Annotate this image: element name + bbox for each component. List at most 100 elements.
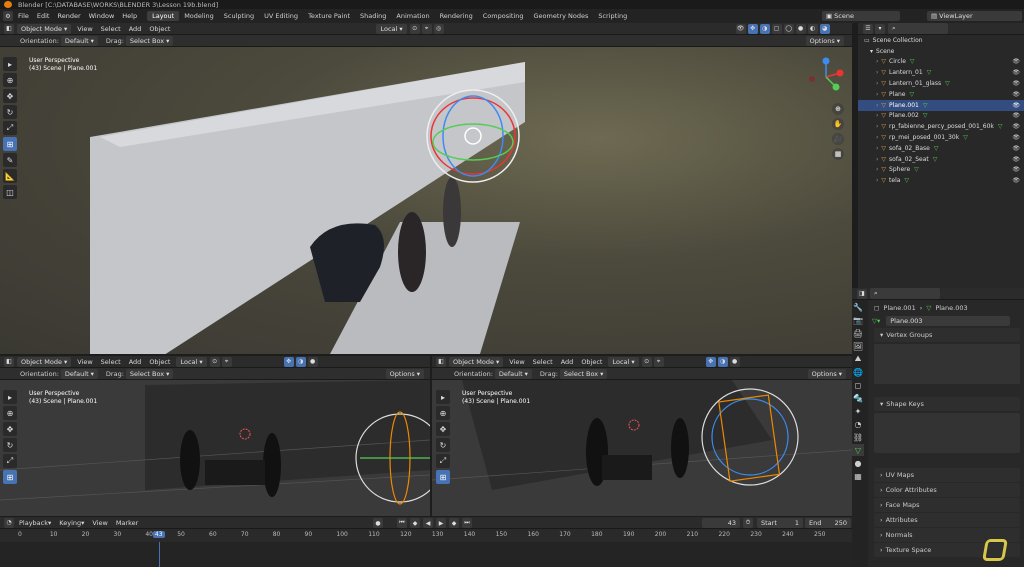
br-move-tool-icon[interactable]: ✥: [436, 422, 450, 436]
outliner-editor-icon[interactable]: ☰: [863, 23, 873, 34]
br-mode-dropdown[interactable]: Object Mode ▾: [449, 356, 504, 367]
bl-drag-dropdown[interactable]: Select Box ▾: [125, 368, 174, 379]
gizmo-toggle-icon[interactable]: ✥: [747, 23, 758, 34]
view-layer-selector[interactable]: ▤ ViewLayer: [927, 11, 1022, 21]
visibility-eye-icon[interactable]: 👁: [1012, 58, 1020, 65]
timeline-marker-menu[interactable]: Marker: [112, 519, 142, 527]
options-dropdown[interactable]: Options ▾: [805, 35, 844, 46]
timeline-playhead[interactable]: [158, 542, 160, 567]
measure-tool-icon[interactable]: 📐: [3, 169, 17, 183]
visibility-eye-icon[interactable]: 👁: [1012, 134, 1020, 141]
scale-tool-icon[interactable]: ⤢: [3, 121, 17, 135]
orientation-dropdown[interactable]: Default ▾: [60, 35, 98, 46]
select-tool-icon[interactable]: ▸: [3, 57, 17, 71]
br-overlay-icon[interactable]: ◑: [717, 356, 728, 367]
bl-pivot-icon[interactable]: ⊙: [209, 356, 220, 367]
overlay-toggle-icon[interactable]: ◑: [759, 23, 770, 34]
scene-collection-row[interactable]: ▭ Scene Collection: [858, 35, 1024, 46]
move-tool-icon[interactable]: ✥: [3, 89, 17, 103]
tab-geometry-nodes[interactable]: Geometry Nodes: [529, 11, 594, 21]
br-snap-icon[interactable]: ⌖: [653, 356, 664, 367]
expand-arrow-icon[interactable]: ›: [876, 112, 878, 119]
properties-search[interactable]: ⌕: [870, 288, 940, 299]
br-pivot-icon[interactable]: ⊙: [641, 356, 652, 367]
prev-key-icon[interactable]: ◆: [410, 518, 420, 528]
bl-options-dropdown[interactable]: Options ▾: [385, 368, 424, 379]
timeline-editor-icon[interactable]: ◔: [4, 517, 14, 528]
scene-selector[interactable]: ▣ Scene: [822, 11, 900, 21]
outliner-item[interactable]: › ▽ Lantern_01_glass ▽ 👁: [858, 78, 1024, 89]
tab-compositing[interactable]: Compositing: [478, 11, 529, 21]
bottom-right-viewport[interactable]: ◧ Object Mode ▾ View Select Add Object Lo…: [432, 356, 852, 516]
rotate-tool-icon[interactable]: ↻: [3, 105, 17, 119]
transform-tool-icon[interactable]: ⊞: [3, 137, 17, 151]
outliner-item[interactable]: › ▽ Circle ▽ 👁: [858, 57, 1024, 68]
outliner-item[interactable]: › ▽ tela ▽ 👁: [858, 175, 1024, 186]
visibility-eye-icon[interactable]: 👁: [1012, 91, 1020, 98]
outliner-filter-icon[interactable]: ▾: [875, 23, 885, 34]
expand-arrow-icon[interactable]: ›: [876, 177, 878, 184]
outliner-item[interactable]: › ▽ Plane.002 ▽ 👁: [858, 111, 1024, 122]
shape-keys-section[interactable]: ▾ Shape Keys: [874, 397, 1020, 411]
bl-shading-solid-icon[interactable]: ●: [307, 356, 318, 367]
visibility-eye-icon[interactable]: 👁: [1012, 166, 1020, 173]
expand-arrow-icon[interactable]: ›: [876, 91, 878, 98]
shape-keys-list[interactable]: [874, 413, 1020, 453]
mode-dropdown[interactable]: Object Mode ▾: [17, 23, 72, 34]
menu-edit[interactable]: Edit: [33, 12, 54, 20]
annotate-tool-icon[interactable]: ✎: [3, 153, 17, 167]
br-menu-add[interactable]: Add: [557, 358, 578, 366]
vertex-groups-list[interactable]: [874, 344, 1020, 384]
timeline-view-menu[interactable]: View: [88, 519, 111, 527]
bl-transform-tool-icon[interactable]: ⊞: [3, 470, 17, 484]
tab-sculpting[interactable]: Sculpting: [219, 11, 259, 21]
bl-menu-object[interactable]: Object: [145, 358, 174, 366]
timeline-ruler[interactable]: 0 10 20 30 40 43 50 60 70 80 90 100 110 120 130 140 150 1…: [0, 531, 852, 541]
br-editor-type-icon[interactable]: ◧: [436, 356, 446, 367]
color-attributes-section[interactable]: › Color Attributes: [874, 483, 1020, 497]
pivot-icon[interactable]: ⊙: [409, 23, 420, 34]
expand-arrow-icon[interactable]: ›: [876, 145, 878, 152]
br-gizmo-icon[interactable]: ✥: [705, 356, 716, 367]
expand-arrow-icon[interactable]: ›: [876, 166, 878, 173]
outliner-search[interactable]: ⌕: [888, 23, 948, 34]
bl-menu-select[interactable]: Select: [97, 358, 125, 366]
tab-rendering[interactable]: Rendering: [435, 11, 478, 21]
bl-snap-icon[interactable]: ⌖: [221, 356, 232, 367]
drag-dropdown[interactable]: Select Box ▾: [125, 35, 174, 46]
tab-scripting[interactable]: Scripting: [593, 11, 632, 21]
expand-arrow-icon[interactable]: ›: [876, 69, 878, 76]
bl-move-tool-icon[interactable]: ✥: [3, 422, 17, 436]
modifier-tab-icon[interactable]: 🔩: [852, 392, 864, 404]
expand-arrow-icon[interactable]: ›: [876, 156, 878, 163]
shading-material-icon[interactable]: ◐: [807, 23, 818, 34]
properties-editor-icon[interactable]: ◨: [857, 288, 867, 299]
particles-tab-icon[interactable]: ✦: [852, 405, 864, 417]
br-orientation-dropdown[interactable]: Default ▾: [494, 368, 532, 379]
visibility-eye-icon[interactable]: 👁: [1012, 123, 1020, 130]
bl-editor-type-icon[interactable]: ◧: [4, 356, 14, 367]
expand-arrow-icon[interactable]: ›: [876, 123, 878, 130]
outliner-item[interactable]: › ▽ sofa_02_Seat ▽ 👁: [858, 154, 1024, 165]
scene-tab-icon[interactable]: ⛰: [852, 353, 864, 365]
br-menu-select[interactable]: Select: [529, 358, 557, 366]
jump-start-icon[interactable]: ⏮: [397, 518, 407, 528]
texture-tab-icon[interactable]: ▦: [852, 470, 864, 482]
br-drag-dropdown[interactable]: Select Box ▾: [559, 368, 608, 379]
physics-tab-icon[interactable]: ◔: [852, 418, 864, 430]
cursor-tool-icon[interactable]: ⊕: [3, 73, 17, 87]
br-transform-tool-icon[interactable]: ⊞: [436, 470, 450, 484]
visibility-eye-icon[interactable]: 👁: [1012, 112, 1020, 119]
tab-uv-editing[interactable]: UV Editing: [259, 11, 303, 21]
blender-menu-icon[interactable]: ⚙: [3, 11, 13, 21]
menu-file[interactable]: File: [14, 12, 33, 20]
br-scale-tool-icon[interactable]: ⤢: [436, 454, 450, 468]
material-tab-icon[interactable]: ●: [852, 457, 864, 469]
snap-icon[interactable]: ⌖: [421, 23, 432, 34]
grid-icon[interactable]: ▦: [832, 148, 844, 160]
bl-overlay-icon[interactable]: ◑: [295, 356, 306, 367]
br-transform-dropdown[interactable]: Local ▾: [608, 356, 639, 367]
view-layer-tab-icon[interactable]: 🖼: [852, 340, 864, 352]
br-menu-object[interactable]: Object: [577, 358, 606, 366]
outliner-item[interactable]: › ▽ rp_mei_posed_001_30k ▽ 👁: [858, 132, 1024, 143]
